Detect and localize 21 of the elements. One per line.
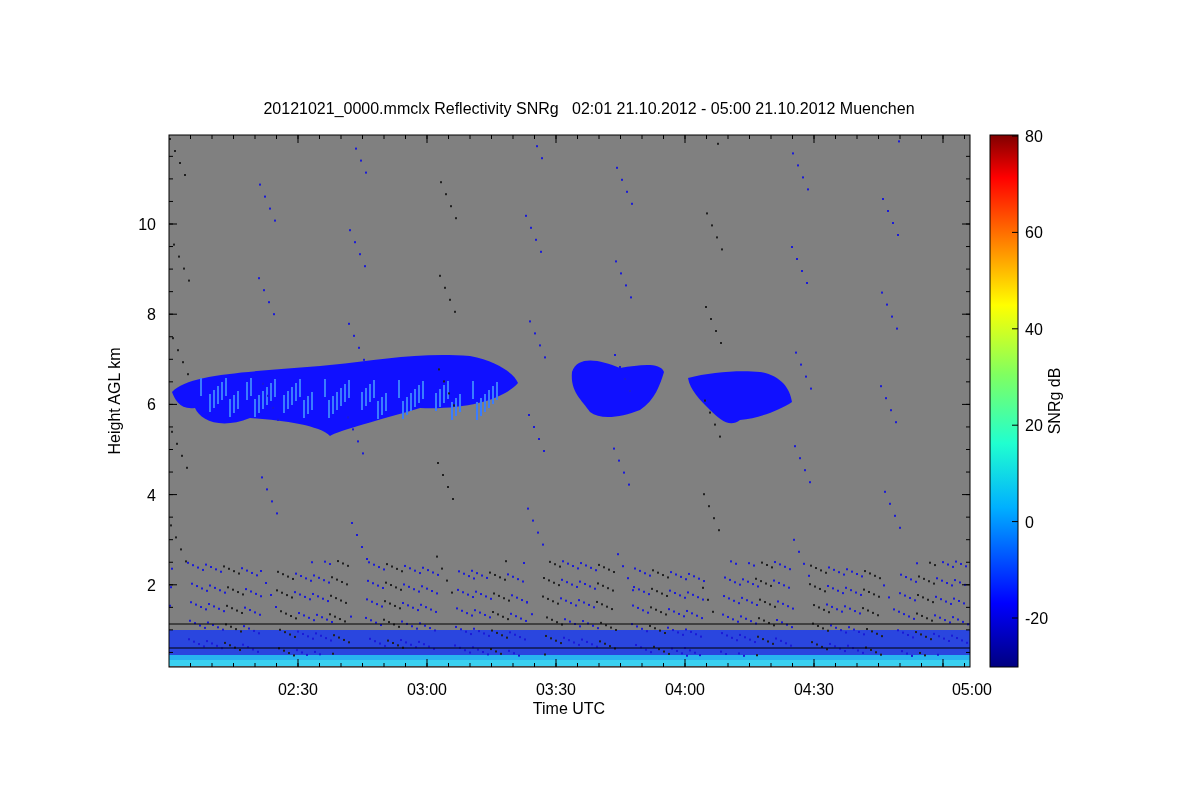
colorbar-label: SNRg dB	[1046, 367, 1063, 435]
colorbar-tick-label: 20	[1025, 417, 1043, 435]
colorbar-tick-label: -20	[1025, 610, 1049, 627]
y-axis-label: Height AGL km	[106, 347, 123, 455]
x-tick-label: 04:00	[665, 681, 705, 698]
x-tick-label: 04:30	[794, 681, 834, 698]
x-tick-label: 02:30	[278, 681, 318, 698]
x-tick-label: 03:00	[407, 681, 447, 698]
y-tick-label: 10	[138, 216, 156, 233]
x-tick-label: 03:30	[536, 681, 576, 698]
y-tick-label: 4	[147, 486, 156, 504]
y-tick-label: 8	[147, 306, 156, 324]
y-tick-label: 2	[147, 576, 156, 594]
x-tick-label: 05:00	[952, 681, 992, 698]
colorbar-tick-label: 80	[1025, 128, 1043, 145]
x-axis-label: Time UTC	[532, 700, 606, 717]
y-tick-label: 6	[147, 396, 156, 414]
colorbar-tick-label: 40	[1025, 320, 1043, 338]
colorbar-tick-label: 60	[1025, 224, 1043, 242]
chart-title: 20121021_0000.mmclx Reflectivity SNRg 02:01 21.10.2012 - 05:00 21.10.2012 Muenchen	[263, 100, 915, 117]
colorbar-tick-label: 0	[1025, 513, 1034, 531]
